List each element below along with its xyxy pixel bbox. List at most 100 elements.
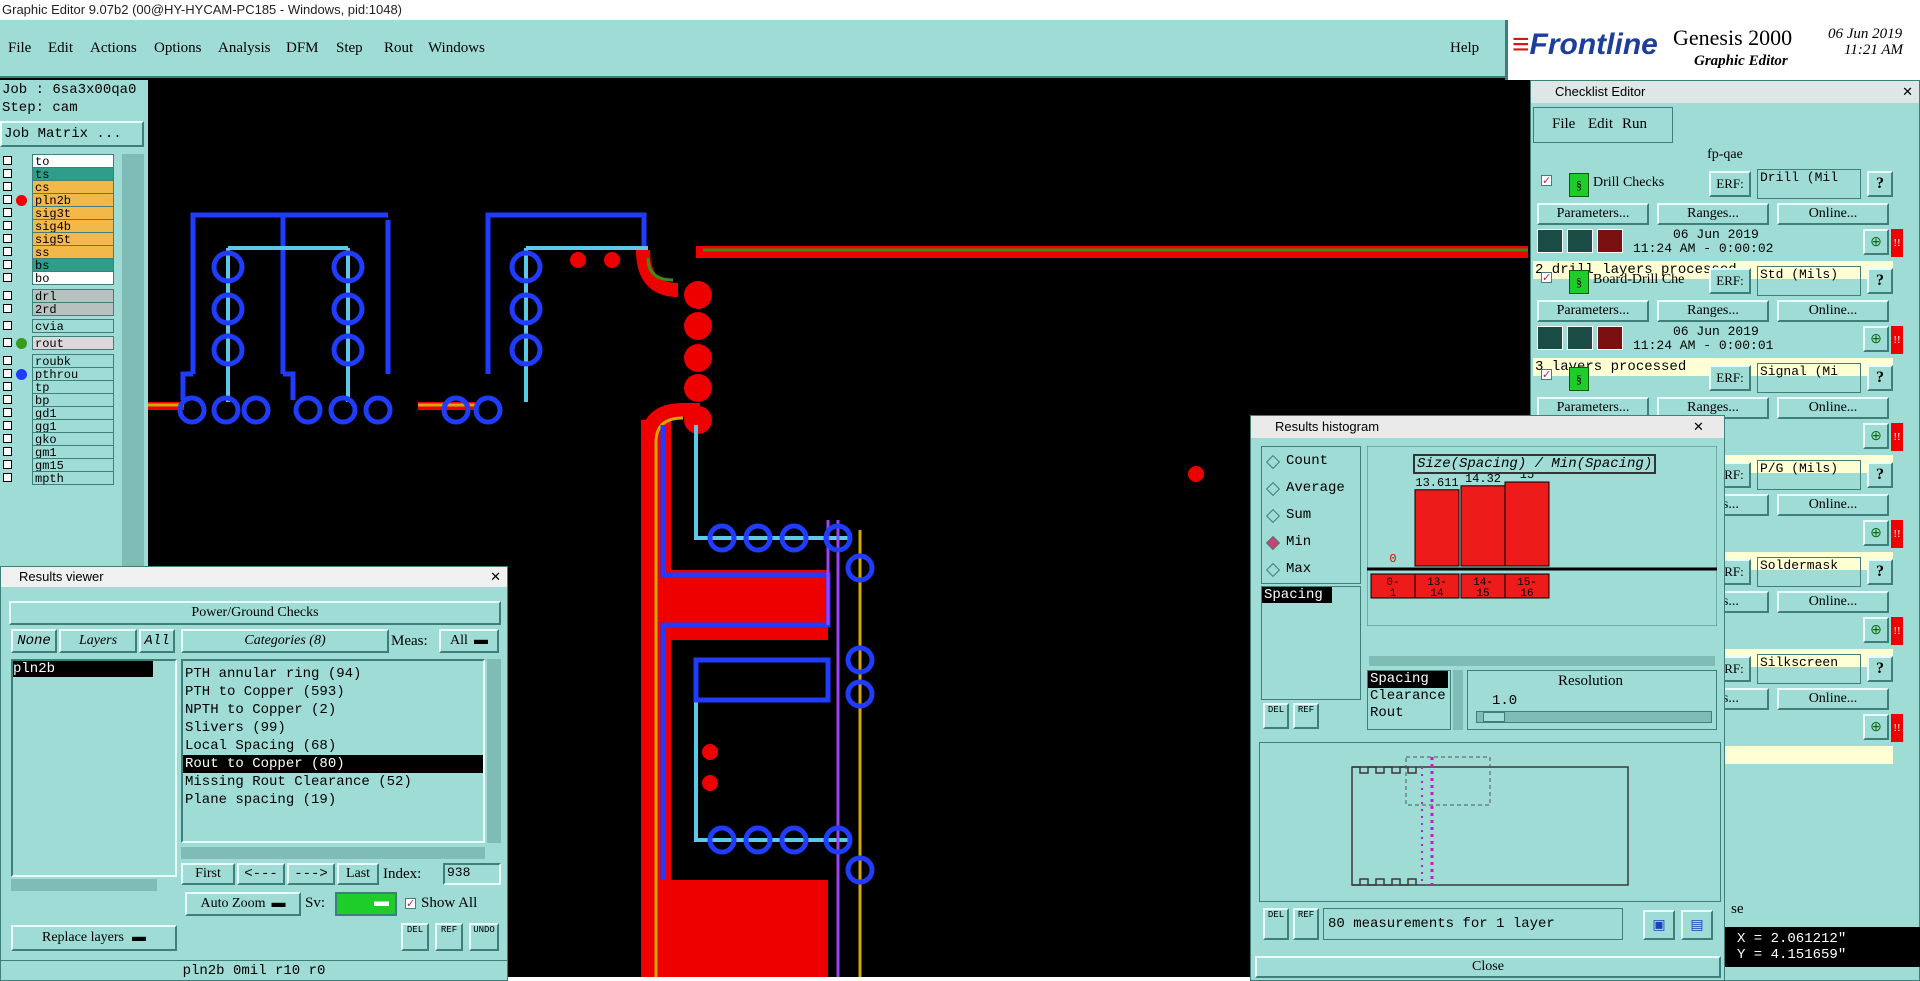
- category-item[interactable]: Plane spacing (19): [183, 791, 483, 809]
- layer-row-bs[interactable]: bs: [0, 258, 118, 273]
- erf-button[interactable]: ERF:: [1709, 268, 1751, 294]
- resolution-slider[interactable]: [1476, 711, 1712, 723]
- layer-name[interactable]: tp: [32, 380, 114, 395]
- layer-name[interactable]: ts: [32, 167, 114, 182]
- online-button[interactable]: Online...: [1777, 591, 1889, 613]
- layer-checkbox[interactable]: [3, 408, 12, 417]
- layer-checkbox[interactable]: [3, 208, 12, 217]
- first-button[interactable]: First: [181, 863, 235, 885]
- export-icon[interactable]: ▣: [1643, 910, 1675, 940]
- radio-min[interactable]: [1265, 535, 1281, 551]
- none-button[interactable]: None: [11, 629, 57, 653]
- ranges-button[interactable]: Ranges...: [1657, 300, 1769, 322]
- run-all-icon[interactable]: [1567, 229, 1593, 253]
- type-item-clearance[interactable]: Clearance: [1368, 688, 1450, 705]
- radio-count[interactable]: [1265, 454, 1281, 470]
- radio-average[interactable]: [1265, 481, 1281, 497]
- sv-color-dropdown[interactable]: ▬: [335, 892, 397, 916]
- menu-rout[interactable]: Rout: [384, 40, 413, 57]
- run-icon[interactable]: [1537, 229, 1563, 253]
- layer-name[interactable]: to: [32, 154, 114, 169]
- online-button[interactable]: Online...: [1777, 688, 1889, 710]
- help-icon[interactable]: ?: [1867, 365, 1893, 391]
- report-icon[interactable]: ▤: [1681, 910, 1713, 940]
- index-input[interactable]: 938: [443, 863, 501, 885]
- menu-help[interactable]: Help: [1450, 40, 1479, 57]
- job-matrix-button[interactable]: Job Matrix ...: [0, 121, 144, 147]
- layer-row-mpth[interactable]: mpth: [0, 471, 118, 486]
- stop-icon[interactable]: [1597, 229, 1623, 253]
- help-icon[interactable]: ?: [1867, 268, 1893, 294]
- histogram-bar[interactable]: [1460, 485, 1506, 567]
- layer-checkbox[interactable]: [3, 169, 12, 178]
- erf-button[interactable]: ERF:: [1709, 171, 1751, 197]
- zoom-icon[interactable]: ⊕: [1863, 326, 1889, 352]
- layer-row-drl[interactable]: drl: [0, 289, 118, 304]
- menu-dfm[interactable]: DFM: [286, 40, 319, 57]
- run-all-icon[interactable]: [1567, 326, 1593, 350]
- layer-checkbox[interactable]: [3, 395, 12, 404]
- erf-value[interactable]: Std (Mils): [1757, 266, 1861, 296]
- erf-value[interactable]: Drill (Mil: [1757, 169, 1861, 199]
- layer-row-gg1[interactable]: gg1: [0, 419, 118, 434]
- erf-value[interactable]: P/G (Mils): [1757, 460, 1861, 490]
- layers-button[interactable]: Layers: [59, 629, 137, 653]
- layer-row-sig5t[interactable]: sig5t: [0, 232, 118, 247]
- hist-ref-button[interactable]: REF: [1293, 703, 1319, 729]
- histogram-close-button[interactable]: Close: [1255, 956, 1721, 978]
- layer-row-ss[interactable]: ss: [0, 245, 118, 260]
- zoom-icon[interactable]: ⊕: [1863, 229, 1889, 255]
- all-layers-button[interactable]: All: [139, 629, 175, 653]
- item-name[interactable]: Drill Checks: [1593, 175, 1664, 191]
- layer-name[interactable]: pln2b: [32, 193, 114, 208]
- menu-windows[interactable]: Windows: [428, 40, 485, 57]
- zoom-icon[interactable]: ⊕: [1863, 520, 1889, 546]
- layer-name[interactable]: rout: [32, 336, 114, 351]
- type-item-spacing[interactable]: Spacing: [1368, 671, 1448, 688]
- layer-results-list[interactable]: pln2b: [11, 659, 177, 877]
- close-icon[interactable]: ✕: [490, 567, 501, 587]
- layer-checkbox[interactable]: [3, 304, 12, 313]
- layer-row-tp[interactable]: tp: [0, 380, 118, 395]
- category-item[interactable]: NPTH to Copper (2): [183, 701, 483, 719]
- layer-checkbox[interactable]: [3, 421, 12, 430]
- layer-checkbox[interactable]: [3, 234, 12, 243]
- layer-name[interactable]: sig4b: [32, 219, 114, 234]
- layer-row-sig3t[interactable]: sig3t: [0, 206, 118, 221]
- layer-name[interactable]: gm1: [32, 445, 114, 460]
- resolution-slider-thumb[interactable]: [1483, 712, 1505, 722]
- layer-list-hscroll[interactable]: [11, 879, 157, 891]
- prev-button[interactable]: <---: [237, 863, 285, 885]
- layer-checkbox[interactable]: [3, 247, 12, 256]
- category-item[interactable]: Local Spacing (68): [183, 737, 483, 755]
- layer-checkbox[interactable]: [3, 460, 12, 469]
- layer-checkbox[interactable]: [3, 356, 12, 365]
- layer-row-gm1[interactable]: gm1: [0, 445, 118, 460]
- layer-name[interactable]: cs: [32, 180, 114, 195]
- layer-checkbox[interactable]: [3, 291, 12, 300]
- histogram-bar[interactable]: [1504, 481, 1550, 567]
- layer-row-gd1[interactable]: gd1: [0, 406, 118, 421]
- zoom-icon[interactable]: ⊕: [1863, 714, 1889, 740]
- layer-row-gko[interactable]: gko: [0, 432, 118, 447]
- layer-row-rout[interactable]: rout: [0, 336, 118, 351]
- layer-row-ts[interactable]: ts: [0, 167, 118, 182]
- layer-name[interactable]: bs: [32, 258, 114, 273]
- layer-checkbox[interactable]: [3, 321, 12, 330]
- show-all-checkbox[interactable]: ✓: [405, 898, 416, 910]
- category-item[interactable]: PTH to Copper (593): [183, 683, 483, 701]
- layer-name[interactable]: cvia: [32, 319, 114, 334]
- preview-del-button[interactable]: DEL: [1263, 908, 1289, 940]
- layer-row-gm15[interactable]: gm15: [0, 458, 118, 473]
- item-checkbox[interactable]: ✓: [1541, 175, 1552, 187]
- chart-hscroll[interactable]: [1369, 656, 1715, 666]
- stop-icon[interactable]: [1597, 326, 1623, 350]
- last-button[interactable]: Last: [337, 863, 379, 885]
- left-scroll[interactable]: [122, 154, 144, 580]
- ranges-button[interactable]: Ranges...: [1657, 203, 1769, 225]
- del-button[interactable]: DEL: [401, 923, 429, 951]
- layer-row-bo[interactable]: bo: [0, 271, 118, 286]
- layer-name[interactable]: gg1: [32, 419, 114, 434]
- type-item-rout[interactable]: Rout: [1368, 705, 1450, 722]
- layer-row-2rd[interactable]: 2rd: [0, 302, 118, 317]
